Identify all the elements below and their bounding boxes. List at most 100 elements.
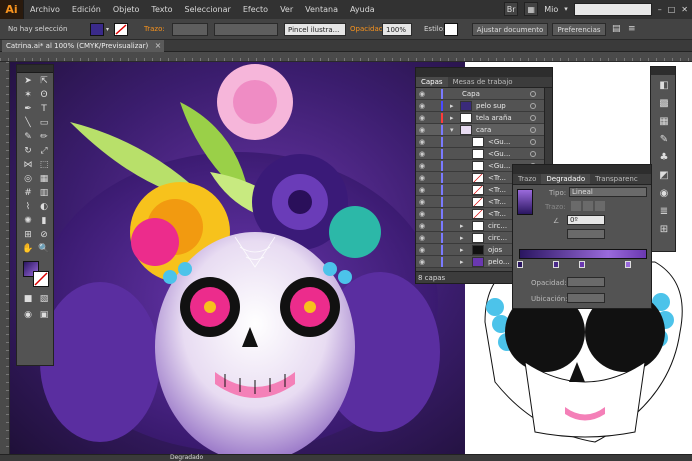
type-tool-icon[interactable]: T xyxy=(37,103,51,115)
color-panel-icon[interactable]: ◧ xyxy=(657,79,671,92)
menu-objeto[interactable]: Objeto xyxy=(107,5,146,14)
tab-transparencia[interactable]: Transparenc xyxy=(590,174,643,184)
menu-edicion[interactable]: Edición xyxy=(66,5,107,14)
gradient-stop[interactable] xyxy=(579,261,585,268)
pen-tool-icon[interactable]: ✒ xyxy=(21,103,35,115)
chevron-down-icon[interactable]: ▾ xyxy=(564,5,568,13)
screen-mode-icon[interactable]: ▣ xyxy=(37,309,51,321)
tab-mesas-de-trabajo[interactable]: Mesas de trabajo xyxy=(448,77,518,87)
chevron-right-icon[interactable]: ▸ xyxy=(450,112,454,124)
target-icon[interactable] xyxy=(530,127,536,133)
brushes-icon[interactable]: ✎ xyxy=(657,133,671,146)
target-icon[interactable] xyxy=(530,115,536,121)
symbol-sprayer-icon[interactable]: ✺ xyxy=(21,215,35,227)
scale-tool-icon[interactable]: ⤢ xyxy=(37,145,51,157)
visibility-eye-icon[interactable]: ◉ xyxy=(419,220,429,232)
dock-header[interactable] xyxy=(651,67,675,75)
layer-row[interactable]: ◉ <Gu... xyxy=(416,148,546,160)
symbols-icon[interactable]: ♣ xyxy=(657,151,671,164)
visibility-eye-icon[interactable]: ◉ xyxy=(419,196,429,208)
line-tool-icon[interactable]: ╲ xyxy=(21,117,35,129)
width-tool-icon[interactable]: ⋈ xyxy=(21,159,35,171)
maximize-icon[interactable]: □ xyxy=(668,5,676,14)
swatches-icon[interactable]: ▦ xyxy=(657,115,671,128)
chevron-right-icon[interactable]: ▸ xyxy=(460,232,464,244)
angle-field[interactable]: 0º xyxy=(567,215,605,225)
menu-texto[interactable]: Texto xyxy=(145,5,178,14)
pencil-icon[interactable]: ✏ xyxy=(37,131,51,143)
layer-row[interactable]: ◉ Capa xyxy=(416,88,546,100)
rectangle-tool-icon[interactable]: ▭ xyxy=(37,117,51,129)
chevron-down-icon[interactable]: ▾ xyxy=(450,124,454,136)
visibility-eye-icon[interactable]: ◉ xyxy=(419,100,429,112)
stroke-option-3[interactable] xyxy=(595,201,605,211)
color-mode-icon[interactable]: ■ xyxy=(21,293,35,305)
layer-row[interactable]: ◉ <Gu... xyxy=(416,136,546,148)
visibility-eye-icon[interactable]: ◉ xyxy=(419,124,429,136)
layer-row[interactable]: ◉ ▾ cara xyxy=(416,124,546,136)
tab-trazo[interactable]: Trazo xyxy=(513,174,541,184)
preferences-button[interactable]: Preferencias xyxy=(552,23,606,36)
visibility-eye-icon[interactable]: ◉ xyxy=(419,148,429,160)
visibility-eye-icon[interactable]: ◉ xyxy=(419,208,429,220)
direct-selection-tool-icon[interactable]: ⇱ xyxy=(37,75,51,87)
slice-tool-icon[interactable]: ⊘ xyxy=(37,229,51,241)
hand-tool-icon[interactable]: ✋ xyxy=(21,243,35,255)
artboards-icon[interactable]: ⊞ xyxy=(657,223,671,236)
visibility-eye-icon[interactable]: ◉ xyxy=(419,136,429,148)
stroke-option-1[interactable] xyxy=(571,201,581,211)
chevron-right-icon[interactable]: ▸ xyxy=(460,220,464,232)
workspace-user[interactable]: Mio xyxy=(544,5,558,14)
stroke-option-2[interactable] xyxy=(583,201,593,211)
close-icon[interactable]: ✕ xyxy=(681,5,688,14)
rotate-tool-icon[interactable]: ↻ xyxy=(21,145,35,157)
tab-capas[interactable]: Capas xyxy=(416,77,448,87)
perspective-grid-icon[interactable]: ▦ xyxy=(37,173,51,185)
search-input[interactable] xyxy=(573,2,652,16)
gradient-stop[interactable] xyxy=(517,261,523,268)
stroke-swatch[interactable] xyxy=(114,23,128,36)
chevron-right-icon[interactable]: ▸ xyxy=(460,244,464,256)
layer-row[interactable]: ◉ ▸ tela araña xyxy=(416,112,546,124)
menu-ventana[interactable]: Ventana xyxy=(299,5,344,14)
style-swatch[interactable] xyxy=(444,23,458,36)
target-icon[interactable] xyxy=(530,151,536,157)
arrange-icon[interactable]: ▤ xyxy=(612,23,621,36)
visibility-eye-icon[interactable]: ◉ xyxy=(419,256,429,268)
minimize-icon[interactable]: – xyxy=(658,5,662,14)
tools-panel-header[interactable] xyxy=(17,65,53,73)
graph-tool-icon[interactable]: ▮ xyxy=(37,215,51,227)
gradient-stop[interactable] xyxy=(625,261,631,268)
opacity-field[interactable]: 100% xyxy=(382,23,412,36)
gradient-type-select[interactable]: Lineal xyxy=(569,187,647,197)
chevron-down-icon[interactable]: ▾ xyxy=(106,23,109,36)
menu-ver[interactable]: Ver xyxy=(274,5,299,14)
selection-tool-icon[interactable]: ➤ xyxy=(21,75,35,87)
ruler-horizontal[interactable] xyxy=(0,52,692,62)
brush-select[interactable]: Pincel ilustra... xyxy=(284,23,346,36)
stroke-color-swatch[interactable] xyxy=(33,271,49,287)
layer-row[interactable]: ◉ ▸ pelo sup xyxy=(416,100,546,112)
stroke-weight-field[interactable] xyxy=(172,23,208,36)
close-icon[interactable]: × xyxy=(155,40,162,52)
menu-seleccionar[interactable]: Seleccionar xyxy=(179,5,237,14)
lasso-icon[interactable]: ʘ xyxy=(37,89,51,101)
menu-ayuda[interactable]: Ayuda xyxy=(344,5,381,14)
opacity-label[interactable]: Opacidad: xyxy=(350,23,386,36)
free-transform-icon[interactable]: ⬚ xyxy=(37,159,51,171)
gradient-stop[interactable] xyxy=(553,261,559,268)
visibility-eye-icon[interactable]: ◉ xyxy=(419,184,429,196)
color-guide-icon[interactable]: ▩ xyxy=(657,97,671,110)
tab-degradado[interactable]: Degradado xyxy=(541,174,591,184)
graphic-styles-icon[interactable]: ◩ xyxy=(657,169,671,182)
chevron-right-icon[interactable]: ▸ xyxy=(460,256,464,268)
target-icon[interactable] xyxy=(530,91,536,97)
layers-panel-header[interactable] xyxy=(416,68,552,77)
variable-width-select[interactable] xyxy=(214,23,278,36)
draw-mode-icon[interactable]: ◉ xyxy=(21,309,35,321)
artboard-canvas[interactable] xyxy=(10,62,465,454)
gradient-preview-swatch[interactable] xyxy=(517,189,533,215)
adjust-document-button[interactable]: Ajustar documento xyxy=(472,23,548,36)
visibility-eye-icon[interactable]: ◉ xyxy=(419,232,429,244)
gradient-panel-header[interactable] xyxy=(513,165,651,174)
